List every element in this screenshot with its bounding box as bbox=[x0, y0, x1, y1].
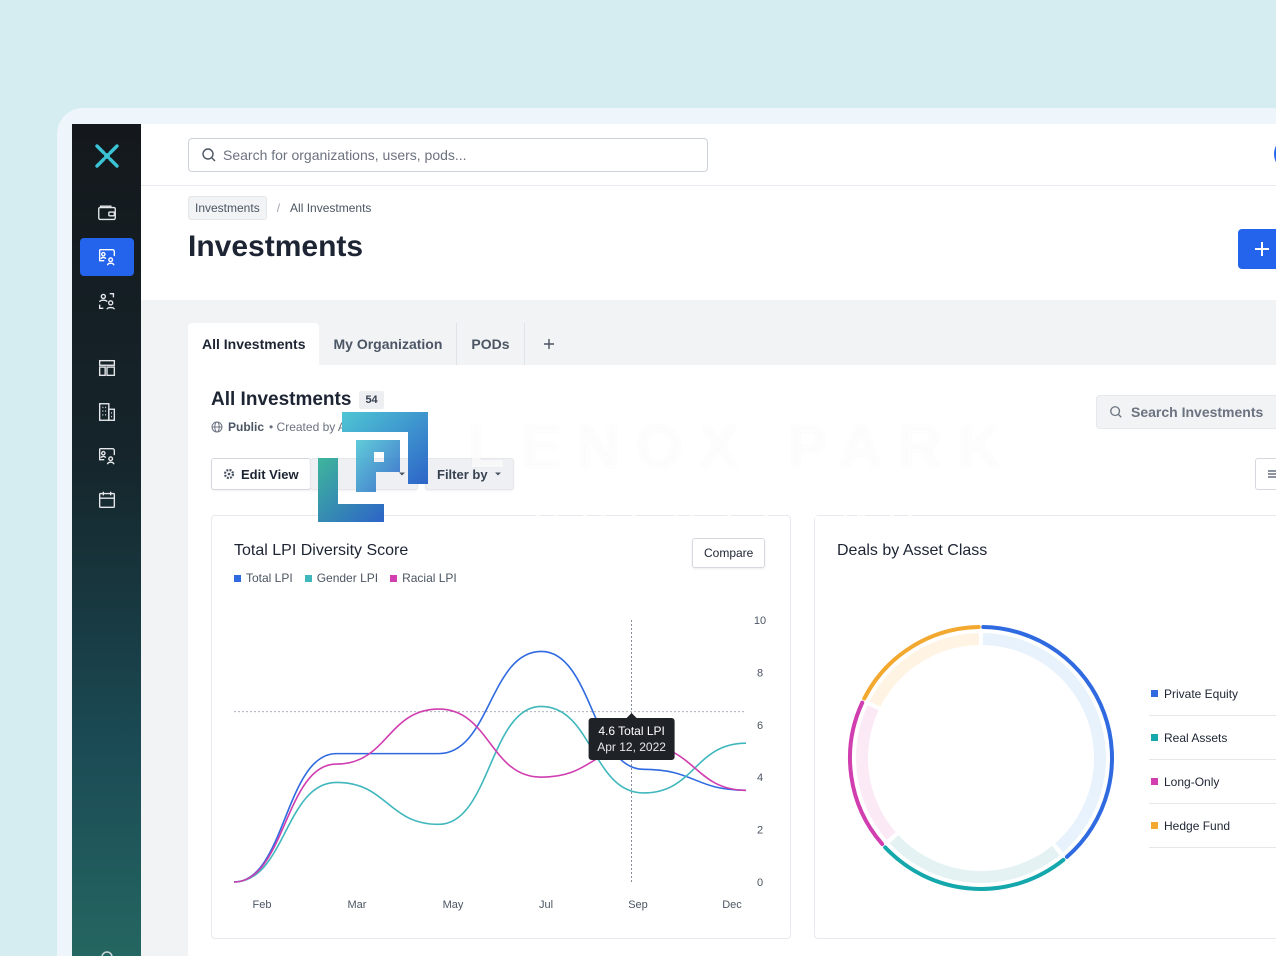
wallet-icon bbox=[98, 205, 116, 221]
nav-calendar[interactable] bbox=[80, 481, 134, 519]
global-search[interactable] bbox=[188, 138, 708, 172]
nav-wallet[interactable] bbox=[80, 194, 134, 232]
investments-panel: All Investments 54 Public • Created by A… bbox=[188, 365, 1276, 956]
plus-icon bbox=[1255, 242, 1269, 256]
toolbar-dropdown-button[interactable]: T bbox=[310, 458, 418, 490]
topbar bbox=[141, 124, 1276, 186]
caret-down-icon bbox=[399, 472, 405, 476]
contact-card-icon bbox=[98, 447, 116, 465]
add-investment-button[interactable] bbox=[1238, 229, 1276, 269]
y-tick-label: 0 bbox=[757, 877, 763, 889]
x-tick-label: Dec bbox=[722, 899, 742, 911]
created-by-label: • Created by Ava W bbox=[269, 420, 374, 434]
deals-chart-card: Deals by Asset Class Private Equity Real … bbox=[814, 515, 1276, 939]
settings-gear-icon[interactable] bbox=[99, 948, 115, 956]
search-investments-label: Search Investments bbox=[1131, 404, 1264, 420]
edit-view-button[interactable]: Edit View bbox=[211, 458, 311, 490]
y-tick-label: 2 bbox=[757, 825, 763, 837]
main-content: All Investments My Organization PODs All… bbox=[141, 300, 1276, 956]
breadcrumb-current: All Investments bbox=[290, 201, 372, 215]
legend-item-hedge-fund[interactable]: Hedge Fund bbox=[1149, 804, 1276, 848]
sidebar bbox=[72, 124, 141, 956]
legend-label: Real Assets bbox=[1164, 730, 1228, 745]
legend-label: Hedge Fund bbox=[1164, 818, 1231, 833]
caret-down-icon bbox=[494, 472, 501, 476]
gear-icon bbox=[223, 468, 235, 480]
legend-item-real-assets[interactable]: Real Assets bbox=[1149, 716, 1276, 760]
legend-label: Private Equity bbox=[1164, 686, 1239, 701]
page-header: Investments / All Investments Investment… bbox=[141, 186, 1276, 300]
deals-legend: Private Equity Real Assets Long-Only Hedge … bbox=[1149, 672, 1276, 848]
legend-label: Long-Only bbox=[1164, 774, 1220, 789]
y-tick-label: 6 bbox=[757, 720, 763, 732]
breadcrumb-root-link[interactable]: Investments bbox=[188, 196, 267, 220]
app-logo-icon[interactable] bbox=[91, 140, 123, 172]
edit-view-label: Edit View bbox=[241, 466, 299, 482]
search-icon bbox=[202, 148, 216, 162]
panel-title-text: All Investments bbox=[211, 389, 352, 410]
list-icon bbox=[1268, 470, 1276, 478]
tooltip-date: Apr 12, 2022 bbox=[597, 740, 666, 754]
y-tick-label: 8 bbox=[757, 667, 763, 679]
legend-swatch bbox=[1151, 690, 1158, 697]
filter-by-label: Filter by bbox=[437, 466, 488, 482]
tooltip-arrow bbox=[626, 713, 637, 718]
tooltip-value: 4.6 Total LPI bbox=[598, 724, 665, 738]
legend-item-private-equity[interactable]: Private Equity bbox=[1149, 672, 1276, 716]
donut-band bbox=[982, 633, 1106, 853]
x-tick-label: Jul bbox=[539, 899, 553, 911]
breadcrumb: Investments / All Investments bbox=[188, 196, 371, 220]
dashboard-layout-icon bbox=[98, 359, 116, 377]
tab-my-organization[interactable]: My Organization bbox=[319, 323, 458, 365]
globe-icon bbox=[211, 421, 223, 433]
investor-card-icon bbox=[98, 248, 116, 266]
y-tick-label: 4 bbox=[757, 772, 763, 784]
list-view-button[interactable] bbox=[1255, 458, 1276, 490]
investment-count-badge: 54 bbox=[359, 391, 384, 409]
filter-by-button[interactable]: Filter by bbox=[425, 458, 514, 490]
search-icon bbox=[1110, 406, 1122, 418]
tab-pods[interactable]: PODs bbox=[457, 323, 525, 365]
app-window: Investments / All Investments Investment… bbox=[72, 124, 1276, 956]
visibility-label: Public bbox=[228, 420, 265, 434]
deals-donut-chart[interactable] bbox=[815, 516, 1145, 940]
lpi-chart-card: Total LPI Diversity Score Compare Total … bbox=[211, 515, 791, 939]
nav-organizations[interactable] bbox=[80, 393, 134, 431]
building-icon bbox=[98, 403, 116, 421]
legend-item-long-only[interactable]: Long-Only bbox=[1149, 760, 1276, 804]
nav-investments[interactable] bbox=[80, 238, 134, 276]
view-tabs: All Investments My Organization PODs bbox=[188, 323, 573, 365]
users-exchange-icon bbox=[98, 292, 116, 310]
toolbar-dropdown-label: T bbox=[322, 466, 330, 482]
global-search-input[interactable] bbox=[223, 147, 663, 163]
legend-swatch bbox=[1151, 778, 1158, 785]
y-tick-label: 10 bbox=[754, 615, 766, 627]
donut-band bbox=[856, 705, 896, 841]
x-tick-label: May bbox=[443, 899, 464, 911]
search-investments-input[interactable]: Search Investments bbox=[1096, 395, 1276, 429]
panel-title: All Investments 54 bbox=[211, 389, 384, 411]
lpi-line-chart[interactable]: 0 2 4 6 8 10 Feb Mar May Jul Sep Dec 4.6 Total LPI Ap… bbox=[212, 516, 792, 940]
view-meta: Public • Created by Ava W bbox=[211, 420, 373, 434]
calendar-icon bbox=[98, 491, 116, 509]
x-tick-label: Feb bbox=[253, 899, 272, 911]
page-title: Investments bbox=[188, 230, 364, 263]
tab-all-investments[interactable]: All Investments bbox=[188, 323, 320, 365]
breadcrumb-separator: / bbox=[276, 201, 281, 215]
nav-users-exchange[interactable] bbox=[80, 282, 134, 320]
legend-swatch bbox=[1151, 822, 1158, 829]
legend-swatch bbox=[1151, 734, 1158, 741]
plus-icon bbox=[543, 339, 554, 349]
x-tick-label: Mar bbox=[348, 899, 367, 911]
nav-dashboard[interactable] bbox=[80, 349, 134, 387]
add-tab-button[interactable] bbox=[525, 323, 573, 365]
x-tick-label: Sep bbox=[628, 899, 648, 911]
nav-contacts[interactable] bbox=[80, 437, 134, 475]
